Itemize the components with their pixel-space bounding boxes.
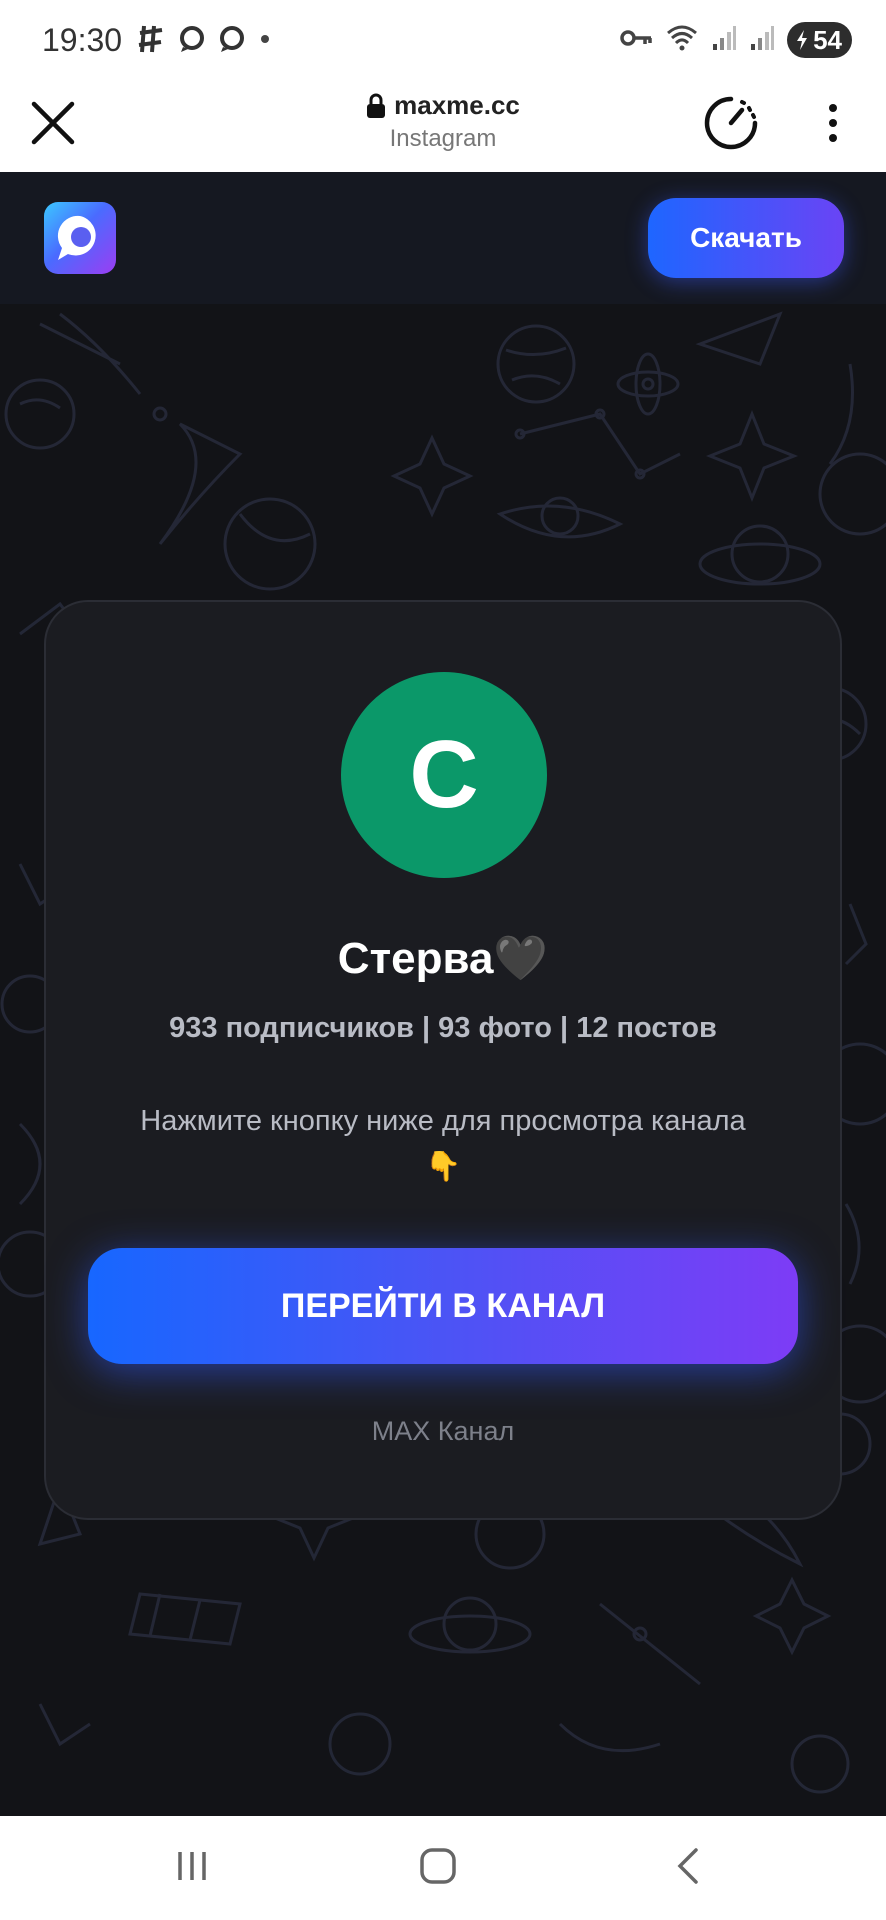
home-icon [420, 1848, 456, 1884]
hint-text: Нажмите кнопку ниже для просмотра канала… [86, 1098, 800, 1190]
android-nav-bar [0, 1816, 886, 1920]
back-button[interactable] [670, 1846, 710, 1891]
recent-apps-icon [178, 1852, 206, 1880]
channel-stats: 933 подписчиков | 93 фото | 12 постов [169, 1012, 717, 1044]
notification-icons [138, 24, 272, 54]
go-to-channel-button[interactable]: ПЕРЕЙТИ В КАНАЛ [88, 1248, 798, 1364]
chat-bubble-icon [178, 25, 206, 53]
browser-toolbar: maxme.cc Instagram [0, 82, 886, 173]
signal-icon [711, 24, 737, 57]
status-time: 19:30 [42, 22, 123, 58]
url-text: maxme.cc [394, 90, 520, 120]
signal-icon [749, 24, 775, 57]
download-button[interactable]: Скачать [648, 198, 844, 278]
channel-card: С Стерва🖤 933 подписчиков | 93 фото | 12… [44, 600, 842, 1520]
more-options-button[interactable] [818, 98, 848, 148]
back-icon [677, 1848, 698, 1884]
speedometer-icon [704, 96, 758, 150]
battery-level: 54 [813, 24, 842, 55]
chat-bubble-icon [218, 25, 246, 53]
hashtag-app-icon [138, 24, 166, 54]
lock-icon [367, 93, 386, 118]
pointing-down-icon: 👇 [424, 1151, 462, 1183]
recent-apps-button[interactable] [172, 1846, 212, 1891]
wifi-icon [665, 23, 699, 58]
home-button[interactable] [418, 1846, 458, 1891]
more-vert-icon [829, 104, 837, 142]
dot-icon [258, 32, 272, 46]
vpn-key-icon [619, 27, 653, 54]
channel-name: Стерва🖤 [337, 934, 549, 983]
max-logo-icon [57, 215, 96, 260]
hint-label: Нажмите кнопку ниже для просмотра канала [140, 1105, 746, 1137]
status-bar: 19:30 54 [0, 0, 886, 82]
max-logo[interactable] [44, 202, 116, 274]
charging-bolt-icon [797, 30, 808, 50]
site-header: Скачать [0, 172, 886, 305]
battery-indicator: 54 [787, 22, 852, 58]
speed-button[interactable] [702, 94, 760, 152]
channel-avatar: С [341, 672, 547, 878]
card-footer-label: MAX Канал [371, 1416, 515, 1446]
